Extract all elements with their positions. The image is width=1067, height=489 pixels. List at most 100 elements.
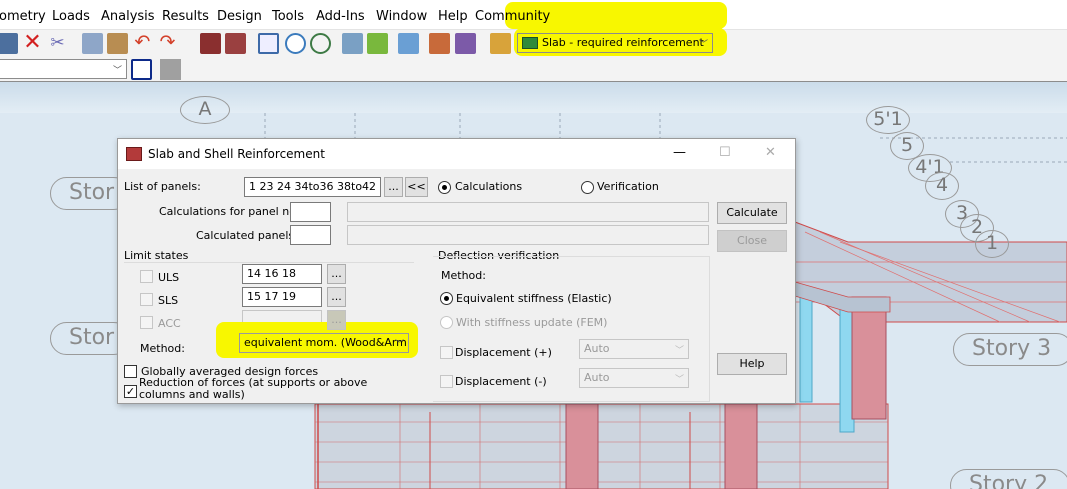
sls-browse-button[interactable]: ... (327, 287, 346, 307)
browse-panels-button[interactable]: ... (384, 177, 403, 197)
story-label: Story 2 (950, 469, 1067, 489)
menu-add-ins[interactable]: Add-Ins (316, 9, 365, 24)
uls-checkbox[interactable] (140, 270, 153, 283)
verification-radio[interactable] (581, 181, 594, 194)
displacement-minus-value: Auto (584, 371, 610, 384)
axis-label: A (180, 96, 230, 124)
displacement-plus-checkbox[interactable] (440, 346, 453, 359)
chevron-down-icon: ﹀ (394, 340, 404, 350)
limit-states-title: Limit states (124, 249, 189, 262)
menu-window[interactable]: Window (376, 9, 427, 24)
collapse-button[interactable]: << (405, 177, 428, 197)
calc-panel-no-field[interactable] (290, 202, 331, 222)
tools-icon[interactable] (455, 33, 476, 54)
calculated-panels-field[interactable] (290, 225, 331, 245)
stiffness-update-radio[interactable] (440, 316, 453, 329)
layers-icon[interactable] (342, 33, 363, 54)
result-select-value: Slab - required reinforcement (542, 36, 704, 49)
plant-icon[interactable] (367, 33, 388, 54)
method-label: Method: (140, 342, 185, 355)
view-icon[interactable] (131, 59, 152, 80)
reduction-of-forces-label[interactable]: Reduction of forces (at supports or abov… (139, 377, 409, 401)
undo-icon[interactable]: ↶ (132, 33, 153, 54)
sls-cases-input[interactable]: 15 17 19 (242, 287, 322, 307)
redo-icon[interactable]: ↷ (157, 33, 178, 54)
section-icon[interactable] (398, 33, 419, 54)
help-button[interactable]: Help (717, 353, 787, 375)
acc-browse-button[interactable]: ... (327, 310, 346, 330)
menu-bar: ometry Loads Analysis Results Design Too… (0, 0, 1067, 30)
dialog-title-bar[interactable]: Slab and Shell Reinforcement — ☐ ✕ (118, 139, 795, 169)
view-combo[interactable]: ﹀ (0, 59, 127, 79)
story-label: Story 3 (953, 333, 1067, 366)
close-button[interactable]: Close (717, 230, 787, 252)
uls-label: ULS (158, 271, 180, 284)
displacement-plus-label[interactable]: Displacement (+) (455, 346, 552, 359)
chevron-down-icon: ﹀ (674, 346, 684, 356)
close-window-button[interactable]: ✕ (765, 145, 776, 160)
method-select-value: equivalent mom. (Wood&Arm (244, 336, 407, 349)
displacement-minus-label[interactable]: Displacement (-) (455, 375, 547, 388)
structure-icon[interactable] (490, 33, 511, 54)
paste-icon[interactable] (107, 33, 128, 54)
menu-help[interactable]: Help (438, 9, 468, 24)
calculated-panels-progress (347, 225, 709, 245)
result-type-select[interactable]: Slab - required reinforcement ﹀ (517, 33, 713, 53)
maximize-button[interactable]: ☐ (719, 145, 731, 160)
deflection-method-label: Method: (441, 269, 486, 282)
zoom-icon[interactable] (285, 33, 306, 54)
menu-analysis[interactable]: Analysis (101, 9, 155, 24)
sls-label: SLS (158, 294, 179, 307)
minimize-button[interactable]: — (673, 145, 686, 160)
calculations-radio[interactable] (438, 181, 451, 194)
menu-design[interactable]: Design (217, 9, 262, 24)
color-swatch-icon[interactable] (160, 59, 181, 80)
zoom-window-icon[interactable] (310, 33, 331, 54)
menu-tools[interactable]: Tools (272, 9, 304, 24)
menu-loads[interactable]: Loads (52, 9, 90, 24)
dialog-app-icon (126, 147, 142, 161)
equivalent-stiffness-radio[interactable] (440, 292, 453, 305)
menu-geometry[interactable]: ometry (0, 9, 46, 24)
equivalent-stiffness-label[interactable]: Equivalent stiffness (Elastic) (456, 292, 612, 305)
copy-icon[interactable] (82, 33, 103, 54)
acc-checkbox[interactable] (140, 316, 153, 329)
menu-results[interactable]: Results (162, 9, 209, 24)
reinforcement-dialog: Slab and Shell Reinforcement — ☐ ✕ List … (117, 138, 796, 404)
verification-radio-label[interactable]: Verification (597, 180, 659, 193)
displacement-minus-select[interactable]: Auto ﹀ (579, 368, 689, 388)
dialog-title: Slab and Shell Reinforcement (148, 147, 325, 161)
calc-panel-progress (347, 202, 709, 222)
axis-label: 4 (925, 172, 959, 200)
edit-icon[interactable] (429, 33, 450, 54)
list-of-panels-input[interactable]: 1 23 24 34to36 38to42 (244, 177, 381, 197)
table-icon[interactable] (225, 33, 246, 54)
stiffness-update-label[interactable]: With stiffness update (FEM) (456, 316, 607, 329)
globally-averaged-checkbox[interactable] (124, 365, 137, 378)
sheet-icon[interactable] (0, 33, 18, 54)
chevron-down-icon: ﹀ (698, 40, 708, 50)
reduction-of-forces-checkbox[interactable]: ✓ (124, 385, 137, 398)
displacement-plus-select[interactable]: Auto ﹀ (579, 339, 689, 359)
uls-browse-button[interactable]: ... (327, 264, 346, 284)
list-of-panels-label: List of panels: (124, 180, 201, 193)
calculated-panels-label: Calculated panels: (196, 229, 298, 242)
app-window: ometry Loads Analysis Results Design Too… (0, 0, 1067, 489)
menu-community[interactable]: Community (475, 9, 550, 24)
displacement-plus-value: Auto (584, 342, 610, 355)
displacement-minus-checkbox[interactable] (440, 375, 453, 388)
delete-icon[interactable]: ✕ (22, 32, 43, 54)
calculate-button[interactable]: Calculate (717, 202, 787, 224)
secondary-toolbar: ﹀ (0, 56, 1067, 82)
method-select[interactable]: equivalent mom. (Wood&Arm ﹀ (239, 333, 409, 353)
sls-checkbox[interactable] (140, 293, 153, 306)
axis-label: 1 (975, 230, 1009, 258)
uls-cases-input[interactable]: 14 16 18 (242, 264, 322, 284)
cut-icon[interactable]: ✂ (47, 33, 68, 54)
chevron-down-icon: ﹀ (674, 375, 684, 385)
limit-states-divider (124, 262, 414, 263)
calculator-icon[interactable] (200, 33, 221, 54)
lock-icon[interactable] (258, 33, 279, 54)
calculations-radio-label[interactable]: Calculations (455, 180, 522, 193)
main-toolbar: ✕ ✂ ↶ ↷ Slab - required reinforcement ﹀ (0, 28, 1067, 56)
